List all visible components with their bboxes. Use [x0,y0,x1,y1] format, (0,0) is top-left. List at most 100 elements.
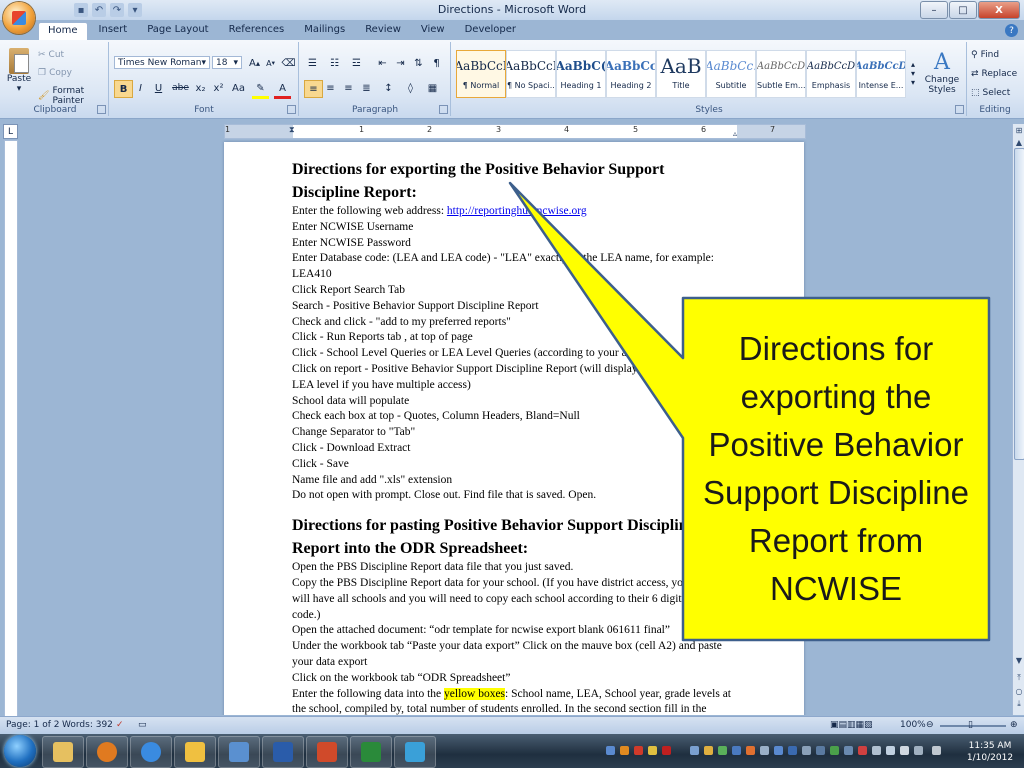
shrink-font-button[interactable]: A ▾ [262,55,279,71]
tray-icon[interactable] [606,746,615,755]
start-button[interactable] [4,735,36,767]
style-heading-2[interactable]: AaBbCc Heading 2 [606,50,656,98]
style-heading-1[interactable]: AaBbC(Heading 1 [556,50,606,98]
view-buttons-icon[interactable]: ▣▤▥▦▧ [830,720,873,730]
scrollbar-thumb[interactable] [1014,148,1024,460]
styles-scroll-icon[interactable]: ▴ ▾ ▾ [908,50,918,96]
format-painter-button[interactable]: 🖌 Format Painter [38,86,108,106]
taskbar-app[interactable] [218,736,260,768]
tray-icon[interactable] [732,746,741,755]
proofing-icon[interactable]: ✓ [116,720,124,730]
replace-button[interactable]: ⇄ Replace [971,69,1017,79]
tab-developer[interactable]: Developer [456,22,525,40]
vertical-scrollbar[interactable]: ⊞ ▲ ▼ ⤒ ○ ⤓ [1012,124,1024,715]
tray-icon[interactable] [816,746,825,755]
zoom-out-icon[interactable]: ⊖ [926,720,934,730]
align-center-icon[interactable]: ≡ [322,80,339,96]
tray-icon[interactable] [844,746,853,755]
tray-icon[interactable] [634,746,643,755]
close-button[interactable]: X [978,1,1020,19]
tray-icon[interactable] [914,746,923,755]
tray-icon[interactable] [932,746,941,755]
grow-font-button[interactable]: A ▴ [246,55,263,71]
next-page-icon[interactable]: ⤓ [1013,698,1024,710]
customize-qat-icon[interactable]: ▾ [128,3,142,17]
web-address-link[interactable]: http://reportinghub.ncwise.org [447,205,587,217]
change-styles-button[interactable]: A Change Styles [922,50,962,95]
undo-icon[interactable]: ↶ [92,3,106,17]
style-no-spacing[interactable]: AaBbCcI ¶ No Spaci... [506,50,556,98]
font-name-select[interactable]: Times New Roman ▾ [114,56,210,69]
save-icon[interactable]: ▪ [74,3,88,17]
dialog-launcher-icon[interactable] [287,105,296,114]
tray-icon[interactable] [662,746,671,755]
callout-text[interactable]: Directions for exporting the Positive Be… [683,298,989,640]
tray-icon[interactable] [718,746,727,755]
multilevel-list-icon[interactable]: ☲ [348,55,365,71]
subscript-button[interactable]: x₂ [192,80,209,96]
page-count[interactable]: Page: 1 of 2 [6,720,60,730]
zoom-slider[interactable] [940,725,1006,727]
tab-selector[interactable]: L [3,124,18,139]
clear-formatting-icon[interactable]: ⌫ [280,55,297,71]
line-spacing-icon[interactable]: ↕ [380,80,397,96]
vertical-ruler[interactable] [4,140,18,717]
dialog-launcher-icon[interactable] [439,105,448,114]
font-size-select[interactable]: 18 ▾ [212,56,242,69]
tab-view[interactable]: View [412,22,454,40]
sort-icon[interactable]: ⇅ [410,55,427,71]
previous-page-icon[interactable]: ⤒ [1013,672,1024,684]
horizontal-ruler[interactable]: 1 1 2 3 4 5 6 7 ⧗ ▵ [224,124,806,139]
taskbar-explorer[interactable] [42,736,84,768]
dialog-launcher-icon[interactable] [955,105,964,114]
taskbar-internet-explorer[interactable] [130,736,172,768]
taskbar-media-player[interactable] [86,736,128,768]
font-color-icon[interactable]: A [274,80,291,99]
justify-icon[interactable]: ≣ [358,80,375,96]
shading-icon[interactable]: ◊ [402,80,419,96]
taskbar-app[interactable] [394,736,436,768]
style-emphasis[interactable]: AaBbCcD Emphasis [806,50,856,98]
show-formatting-icon[interactable]: ¶ [428,55,445,71]
tab-page-layout[interactable]: Page Layout [138,22,217,40]
browse-object-icon[interactable]: ○ [1013,685,1024,697]
change-case-button[interactable]: Aa [230,80,247,96]
tray-icon[interactable] [648,746,657,755]
borders-icon[interactable]: ▦ [424,80,441,96]
document-content[interactable]: Directions for exporting the Positive Be… [292,158,732,715]
tray-icon[interactable] [690,746,699,755]
tray-icon[interactable] [774,746,783,755]
copy-button[interactable]: ❐ Copy [38,68,72,78]
numbering-icon[interactable]: ☷ [326,55,343,71]
tray-icon[interactable] [788,746,797,755]
taskbar-excel[interactable] [350,736,392,768]
minimize-button[interactable]: – [920,1,948,19]
scroll-up-icon[interactable]: ▲ [1013,136,1024,148]
taskbar-outlook[interactable] [174,736,216,768]
scroll-down-icon[interactable]: ▼ [1013,654,1024,666]
tray-icon[interactable] [620,746,629,755]
tab-home[interactable]: Home [38,22,88,40]
tab-references[interactable]: References [220,22,294,40]
underline-button[interactable]: U [150,80,167,96]
zoom-in-icon[interactable]: ⊕ [1010,720,1018,730]
style-intense-emphasis[interactable]: AaBbCcD Intense E... [856,50,906,98]
right-indent-marker-icon[interactable]: ▵ [733,129,737,138]
style-normal[interactable]: AaBbCcI ¶ Normal [456,50,506,98]
style-subtitle[interactable]: AaBbCc. Subtitle [706,50,756,98]
tab-insert[interactable]: Insert [90,22,137,40]
tray-icon[interactable] [704,746,713,755]
office-button[interactable] [3,2,35,34]
action-center-icon[interactable] [858,746,867,755]
network-signal-icon[interactable] [886,746,895,755]
style-subtle-emphasis[interactable]: AaBbCcD Subtle Em... [756,50,806,98]
bold-button[interactable]: B [114,80,133,98]
italic-button[interactable]: I [132,80,149,96]
find-button[interactable]: ⚲ Find [971,50,999,60]
paste-button[interactable]: Paste ▾ [6,48,32,94]
zoom-slider-thumb-icon[interactable]: ▯ [968,720,973,730]
volume-icon[interactable] [900,746,909,755]
tab-review[interactable]: Review [356,22,410,40]
maximize-button[interactable]: □ [949,1,977,19]
style-title[interactable]: AaB Title [656,50,706,98]
